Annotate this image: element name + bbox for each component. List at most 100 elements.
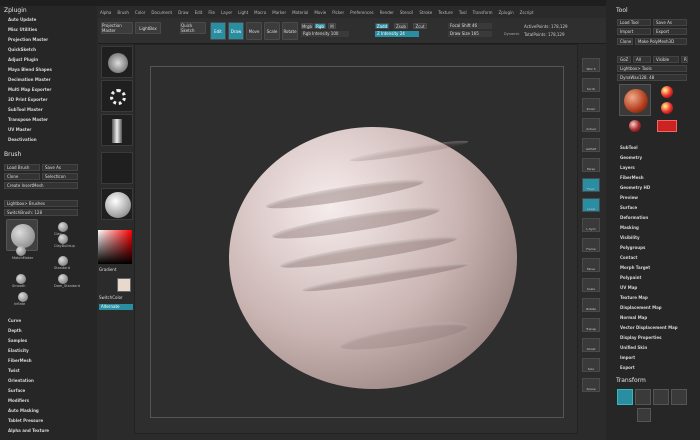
- view-button[interactable]: Floor: [582, 178, 600, 192]
- view-button[interactable]: Move: [582, 258, 600, 272]
- brush-label[interactable]: Dam_Standard: [54, 284, 80, 288]
- brush-label[interactable]: ClayBuildup: [54, 244, 75, 248]
- view-button[interactable]: Transp: [582, 318, 600, 332]
- transform-scale-button[interactable]: [653, 389, 669, 405]
- brush-label[interactable]: Standard: [54, 266, 70, 270]
- menu-item[interactable]: Zscript: [520, 10, 534, 15]
- menu-item[interactable]: Layer: [221, 10, 232, 15]
- zplugin-item[interactable]: UV Master: [8, 127, 31, 132]
- current-tool-slider[interactable]: DynaWax128. 48: [617, 74, 687, 81]
- tool-section-header[interactable]: Texture Map: [620, 295, 648, 300]
- brush-clone-button[interactable]: Clone: [4, 173, 40, 180]
- color-picker[interactable]: [98, 230, 132, 264]
- quick-sketch-button[interactable]: Quick Sketch: [180, 22, 206, 34]
- view-button[interactable]: L.Sym: [582, 218, 600, 232]
- alpha-thumbnail[interactable]: [101, 46, 133, 78]
- menu-item[interactable]: Brush: [117, 10, 129, 15]
- menu-item[interactable]: Draw: [178, 10, 188, 15]
- brush-save-as-button[interactable]: Save As: [42, 164, 78, 171]
- alternate-button[interactable]: Alternate: [99, 304, 133, 310]
- menu-item[interactable]: Light: [238, 10, 248, 15]
- menu-item[interactable]: Preferences: [350, 10, 374, 15]
- zplugin-item[interactable]: 3D Print Exporter: [8, 97, 47, 102]
- focal-shift-slider[interactable]: Focal Shift 46: [448, 23, 492, 29]
- view-button[interactable]: SPix 3: [582, 58, 600, 72]
- tool-section-header[interactable]: FiberMesh: [620, 175, 644, 180]
- brush-label[interactable]: Smooth: [12, 284, 26, 288]
- zplugin-item[interactable]: Auto Update: [8, 17, 36, 22]
- zadd-button[interactable]: Zadd: [375, 23, 389, 29]
- tool-section-header[interactable]: Normal Map: [620, 315, 647, 320]
- view-button[interactable]: Scale: [582, 278, 600, 292]
- menu-item[interactable]: Macro: [254, 10, 266, 15]
- menu-item[interactable]: Picker: [332, 10, 344, 15]
- z-intensity-slider[interactable]: Z Intensity 24: [375, 31, 419, 37]
- zplugin-item[interactable]: SubTool Master: [8, 107, 43, 112]
- import-button[interactable]: Import: [617, 28, 651, 35]
- polymesh3d-tool-icon[interactable]: [629, 120, 641, 132]
- zplugin-item[interactable]: Multi Map Exporter: [8, 87, 51, 92]
- goz-button[interactable]: GoZ: [617, 56, 631, 63]
- brush-section-header[interactable]: Tablet Pressure: [8, 418, 43, 423]
- menu-item[interactable]: Movie: [314, 10, 326, 15]
- brush-section-header[interactable]: Modifiers: [8, 398, 29, 403]
- tool-section-header[interactable]: Displacement Map: [620, 305, 662, 310]
- brush-thumbnail-icon[interactable]: [18, 292, 28, 302]
- make-polymesh-button[interactable]: Make PolyMesh3D: [635, 38, 687, 45]
- menu-item[interactable]: Color: [135, 10, 145, 15]
- current-tool-thumbnail[interactable]: [619, 84, 651, 116]
- tool-section-header[interactable]: Preview: [620, 195, 638, 200]
- view-button[interactable]: Local: [582, 198, 600, 212]
- tool-section-header[interactable]: Deformation: [620, 215, 648, 220]
- dynamic-toggle[interactable]: Dynamic: [504, 32, 519, 36]
- scale-button[interactable]: Scale: [264, 22, 280, 40]
- alpha-off-thumbnail[interactable]: [101, 152, 133, 184]
- tool-section-header[interactable]: Visibility: [620, 235, 640, 240]
- brush-thumbnail-icon[interactable]: [58, 222, 68, 232]
- select-icon-button[interactable]: SelectIcon: [42, 173, 78, 180]
- tool-section-header[interactable]: Polypaint: [620, 275, 641, 280]
- transform-edit-button[interactable]: [617, 389, 633, 405]
- transform-camera-button[interactable]: [637, 408, 651, 422]
- load-brush-button[interactable]: Load Brush: [4, 164, 40, 171]
- tool-section-header[interactable]: UV Map: [620, 285, 637, 290]
- menu-item[interactable]: Zplugin: [499, 10, 514, 15]
- tool-section-header[interactable]: Layers: [620, 165, 635, 170]
- zplugin-item[interactable]: Adjust Plugin: [8, 57, 38, 62]
- load-tool-button[interactable]: Load Tool: [617, 19, 651, 26]
- export-button[interactable]: Export: [653, 28, 687, 35]
- zplugin-item[interactable]: Decimation Master: [8, 77, 51, 82]
- menu-item[interactable]: Alpha: [100, 10, 111, 15]
- view-button[interactable]: Frame: [582, 238, 600, 252]
- tool-section-header[interactable]: Vector Displacement Map: [620, 325, 678, 330]
- material-thumbnail[interactable]: [101, 188, 133, 220]
- view-button[interactable]: Rotate: [582, 298, 600, 312]
- brush-section-header[interactable]: Depth: [8, 328, 22, 333]
- lightbox-button[interactable]: LightBox: [135, 22, 161, 34]
- rgb-button[interactable]: Rgb: [314, 23, 326, 29]
- brush-label[interactable]: MatchMaker: [12, 256, 33, 260]
- view-button[interactable]: AAHalf: [582, 138, 600, 152]
- edit-button[interactable]: Edit: [210, 22, 226, 40]
- brush-thumbnail-icon[interactable]: [16, 246, 26, 256]
- tool-section-header[interactable]: Unified Skin: [620, 345, 647, 350]
- menu-item[interactable]: Material: [292, 10, 308, 15]
- view-button[interactable]: Persp: [582, 158, 600, 172]
- brush-thumbnail-icon[interactable]: [58, 256, 68, 266]
- menu-item[interactable]: Texture: [438, 10, 453, 15]
- simple-tool-icon[interactable]: [657, 120, 677, 132]
- brush-section-header[interactable]: Orientation: [8, 378, 34, 383]
- view-button[interactable]: Zoom: [582, 98, 600, 112]
- goz-all-button[interactable]: All: [633, 56, 651, 63]
- secondary-color-swatch[interactable]: [117, 278, 131, 292]
- zplugin-item[interactable]: QuickSketch: [8, 47, 36, 52]
- zplugin-palette-title[interactable]: Zplugin: [4, 7, 27, 14]
- tool-section-header[interactable]: SubTool: [620, 145, 638, 150]
- brush-section-header[interactable]: FiberMesh: [8, 358, 32, 363]
- tool-palette-title[interactable]: Tool: [616, 7, 628, 14]
- tool-save-as-button[interactable]: Save As: [653, 19, 687, 26]
- draw-size-slider[interactable]: Draw Size 165: [448, 31, 492, 37]
- tool-section-header[interactable]: Display Properties: [620, 335, 661, 340]
- view-button[interactable]: Actual: [582, 118, 600, 132]
- tool-section-header[interactable]: Geometry HD: [620, 185, 650, 190]
